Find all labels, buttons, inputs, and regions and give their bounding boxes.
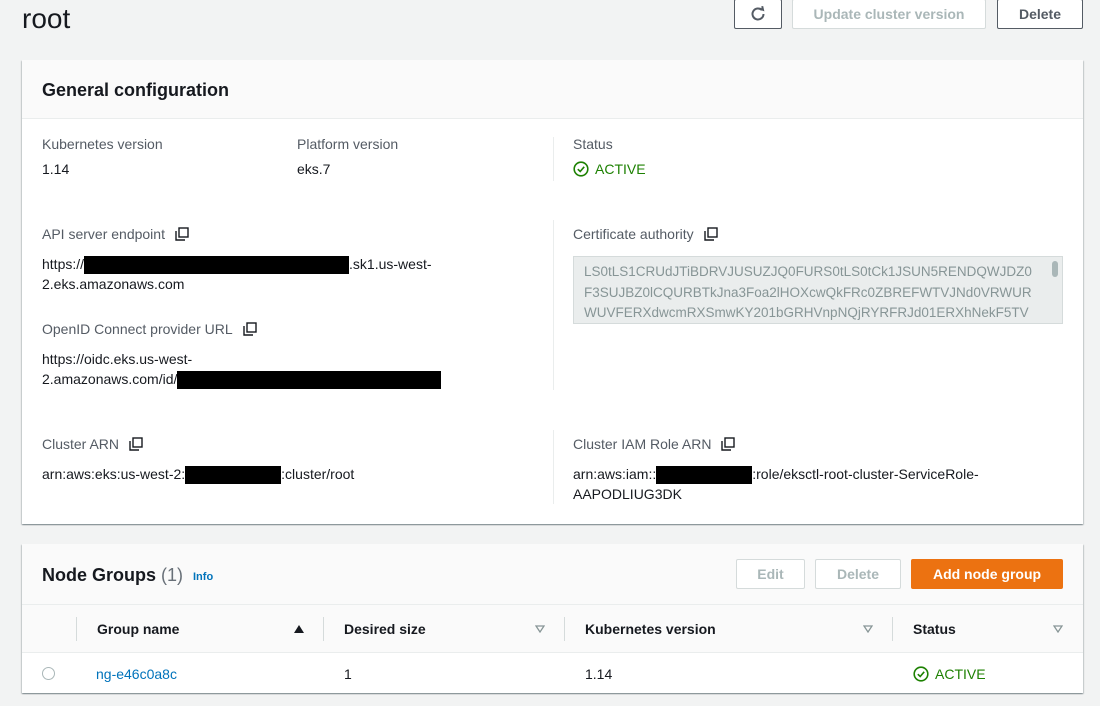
column-separator bbox=[564, 617, 565, 641]
copy-icon[interactable] bbox=[721, 437, 736, 451]
sort-ascending-icon[interactable] bbox=[294, 625, 304, 633]
cluster-arn-label: Cluster ARN bbox=[42, 436, 143, 452]
certificate-authority-textarea[interactable]: LS0tLS1CRUdJTiBDRVJUSUZJQ0FURS0tLS0tCk1J… bbox=[573, 256, 1063, 324]
edit-node-group-button[interactable]: Edit bbox=[736, 559, 805, 589]
panel-header: General configuration bbox=[22, 60, 1083, 119]
row-select-radio[interactable] bbox=[42, 667, 55, 680]
node-groups-count: (1) bbox=[161, 565, 184, 585]
kubernetes-version-value: 1.14 bbox=[42, 161, 70, 177]
update-cluster-version-button[interactable]: Update cluster version bbox=[792, 0, 986, 29]
api-server-endpoint-label: API server endpoint bbox=[42, 226, 189, 242]
info-link[interactable]: Info bbox=[193, 571, 213, 583]
column-separator bbox=[76, 617, 77, 641]
column-header-desired-size[interactable]: Desired size bbox=[344, 605, 426, 653]
cluster-arn-suffix: :cluster/root bbox=[281, 466, 355, 482]
refresh-icon bbox=[751, 5, 765, 21]
status-check-icon bbox=[913, 666, 929, 682]
oidc-line1: https://oidc.eks.us-west- bbox=[42, 351, 193, 367]
add-node-group-button[interactable]: Add node group bbox=[911, 559, 1063, 589]
status-cell: ACTIVE bbox=[913, 664, 986, 684]
oidc-label: OpenID Connect provider URL bbox=[42, 321, 257, 337]
divider bbox=[553, 430, 554, 504]
divider bbox=[553, 137, 554, 181]
sort-icon[interactable] bbox=[535, 625, 545, 633]
scrollbar-thumb[interactable] bbox=[1052, 261, 1058, 277]
oidc-value: https://oidc.eks.us-west- 2.amazonaws.co… bbox=[42, 349, 522, 390]
delete-node-group-button[interactable]: Delete bbox=[815, 559, 901, 589]
column-separator bbox=[323, 617, 324, 641]
panel-title: General configuration bbox=[42, 80, 230, 100]
copy-icon[interactable] bbox=[703, 227, 718, 241]
redacted-block bbox=[177, 371, 442, 390]
kubernetes-version-label: Kubernetes version bbox=[42, 136, 163, 152]
column-separator bbox=[892, 617, 893, 641]
api-endpoint-suffix: .sk1.us-west- bbox=[349, 256, 432, 272]
status-text: ACTIVE bbox=[935, 666, 986, 682]
status-check-icon bbox=[573, 161, 589, 177]
oidc-line2-prefix: 2.amazonaws.com/id/ bbox=[42, 371, 178, 387]
sort-icon[interactable] bbox=[863, 625, 873, 633]
oidc-label-text: OpenID Connect provider URL bbox=[42, 321, 233, 337]
certificate-authority-label: Certificate authority bbox=[573, 226, 718, 242]
page-title: root bbox=[22, 3, 71, 34]
desired-size-cell: 1 bbox=[344, 666, 352, 682]
redacted-block bbox=[656, 466, 753, 485]
platform-version-value: eks.7 bbox=[297, 161, 331, 177]
cluster-arn-value: arn:aws:eks:us-west-2: :cluster/root bbox=[42, 464, 522, 485]
node-group-name-link[interactable]: ng-e46c0a8c bbox=[96, 664, 177, 684]
copy-icon[interactable] bbox=[242, 322, 257, 336]
refresh-button[interactable] bbox=[734, 0, 782, 29]
api-server-endpoint-label-text: API server endpoint bbox=[42, 226, 165, 242]
divider bbox=[553, 220, 554, 390]
api-endpoint-prefix: https:// bbox=[42, 256, 85, 272]
certificate-authority-label-text: Certificate authority bbox=[573, 226, 694, 242]
status-value: ACTIVE bbox=[573, 159, 646, 179]
status-text: ACTIVE bbox=[595, 161, 646, 177]
kubernetes-version-cell: 1.14 bbox=[585, 666, 613, 682]
api-server-endpoint-value: https:// .sk1.us-west- 2.eks.amazonaws.co… bbox=[42, 254, 462, 294]
node-groups-title-text: Node Groups bbox=[42, 565, 157, 585]
delete-cluster-button[interactable]: Delete bbox=[997, 0, 1083, 29]
node-groups-title: Node Groups (1) bbox=[42, 565, 183, 586]
platform-version-label: Platform version bbox=[297, 136, 399, 152]
cluster-iam-role-arn-label: Cluster IAM Role ARN bbox=[573, 436, 736, 452]
iam-role-suffix: :role/eksctl-root-cluster-ServiceRole- bbox=[752, 466, 979, 482]
cluster-arn-label-text: Cluster ARN bbox=[42, 436, 120, 452]
column-header-group-name[interactable]: Group name bbox=[97, 605, 179, 653]
redacted-block bbox=[84, 256, 350, 275]
column-header-kubernetes-version[interactable]: Kubernetes version bbox=[585, 605, 716, 653]
redacted-block bbox=[185, 466, 282, 485]
iam-role-prefix: arn:aws:iam:: bbox=[573, 466, 657, 482]
copy-icon[interactable] bbox=[129, 437, 143, 451]
iam-role-line2: AAPODLIUG3DK bbox=[573, 486, 682, 503]
copy-icon[interactable] bbox=[175, 227, 189, 241]
api-endpoint-line2: 2.eks.amazonaws.com bbox=[42, 276, 185, 293]
column-header-status[interactable]: Status bbox=[913, 605, 956, 653]
cluster-arn-prefix: arn:aws:eks:us-west-2: bbox=[42, 466, 186, 482]
certificate-authority-value: LS0tLS1CRUdJTiBDRVJUSUZJQ0FURS0tLS0tCk1J… bbox=[584, 264, 1032, 320]
status-label: Status bbox=[573, 136, 613, 152]
sort-icon[interactable] bbox=[1053, 625, 1063, 633]
cluster-iam-role-arn-value: arn:aws:iam:::role/eksctl-root-cluster-S… bbox=[573, 464, 1073, 504]
cluster-iam-role-arn-label-text: Cluster IAM Role ARN bbox=[573, 436, 712, 452]
